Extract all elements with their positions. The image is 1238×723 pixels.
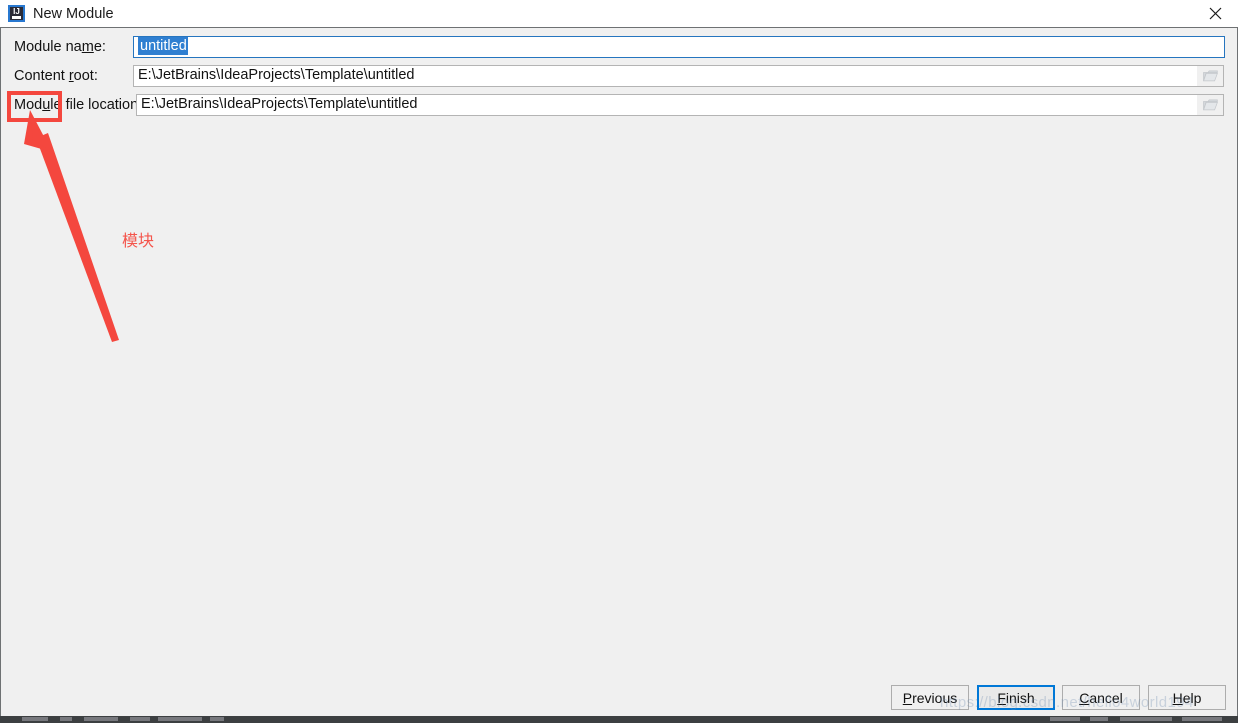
module-file-location-label: Module file location:: [14, 97, 143, 113]
app-icon-letters: IJ: [13, 7, 20, 16]
title-bar: IJ New Module: [0, 0, 1238, 27]
finish-button-label-rest: inish: [1005, 689, 1035, 706]
cancel-button-label: Cancel: [1079, 689, 1123, 706]
previous-button-label: Previous: [902, 689, 958, 706]
dialog-body: [0, 27, 1238, 716]
help-button-label: Help: [1172, 689, 1202, 706]
close-button[interactable]: [1192, 0, 1238, 27]
help-button[interactable]: Help: [1148, 685, 1226, 710]
folder-icon: [1202, 70, 1218, 82]
module-name-input[interactable]: untitled: [133, 36, 1225, 58]
finish-button-label: Finish: [997, 689, 1035, 706]
intellij-idea-icon: IJ: [8, 5, 25, 22]
module-file-location-browse-button[interactable]: [1197, 94, 1224, 116]
module-name-mnemonic: m: [81, 39, 94, 55]
previous-button[interactable]: Previous: [891, 685, 969, 710]
module-file-location-value: E:\JetBrains\IdeaProjects\Template\untit…: [141, 96, 418, 112]
content-root-input[interactable]: E:\JetBrains\IdeaProjects\Template\untit…: [133, 65, 1198, 87]
annotation-text: 模块: [122, 231, 155, 250]
window-title: New Module: [33, 6, 114, 22]
help-button-label-rest: elp: [1182, 689, 1202, 706]
content-root-label: Content root:: [14, 68, 98, 84]
module-name-value: untitled: [138, 37, 188, 55]
taskbar-strip: [0, 716, 1238, 723]
folder-icon: [1202, 99, 1218, 111]
cancel-button[interactable]: Cancel: [1062, 685, 1140, 710]
new-module-dialog: IJ New Module Module name: untitled Cont…: [0, 0, 1238, 723]
app-icon-underline: [12, 16, 21, 19]
cancel-button-label-rest: ancel: [1089, 689, 1123, 706]
content-root-browse-button[interactable]: [1197, 65, 1224, 87]
previous-button-label-rest: revious: [912, 689, 958, 706]
finish-button[interactable]: Finish: [977, 685, 1055, 710]
close-icon: [1209, 7, 1221, 20]
content-root-value: E:\JetBrains\IdeaProjects\Template\untit…: [138, 67, 415, 83]
module-file-location-input[interactable]: E:\JetBrains\IdeaProjects\Template\untit…: [136, 94, 1198, 116]
module-name-label: Module name:: [14, 39, 106, 55]
